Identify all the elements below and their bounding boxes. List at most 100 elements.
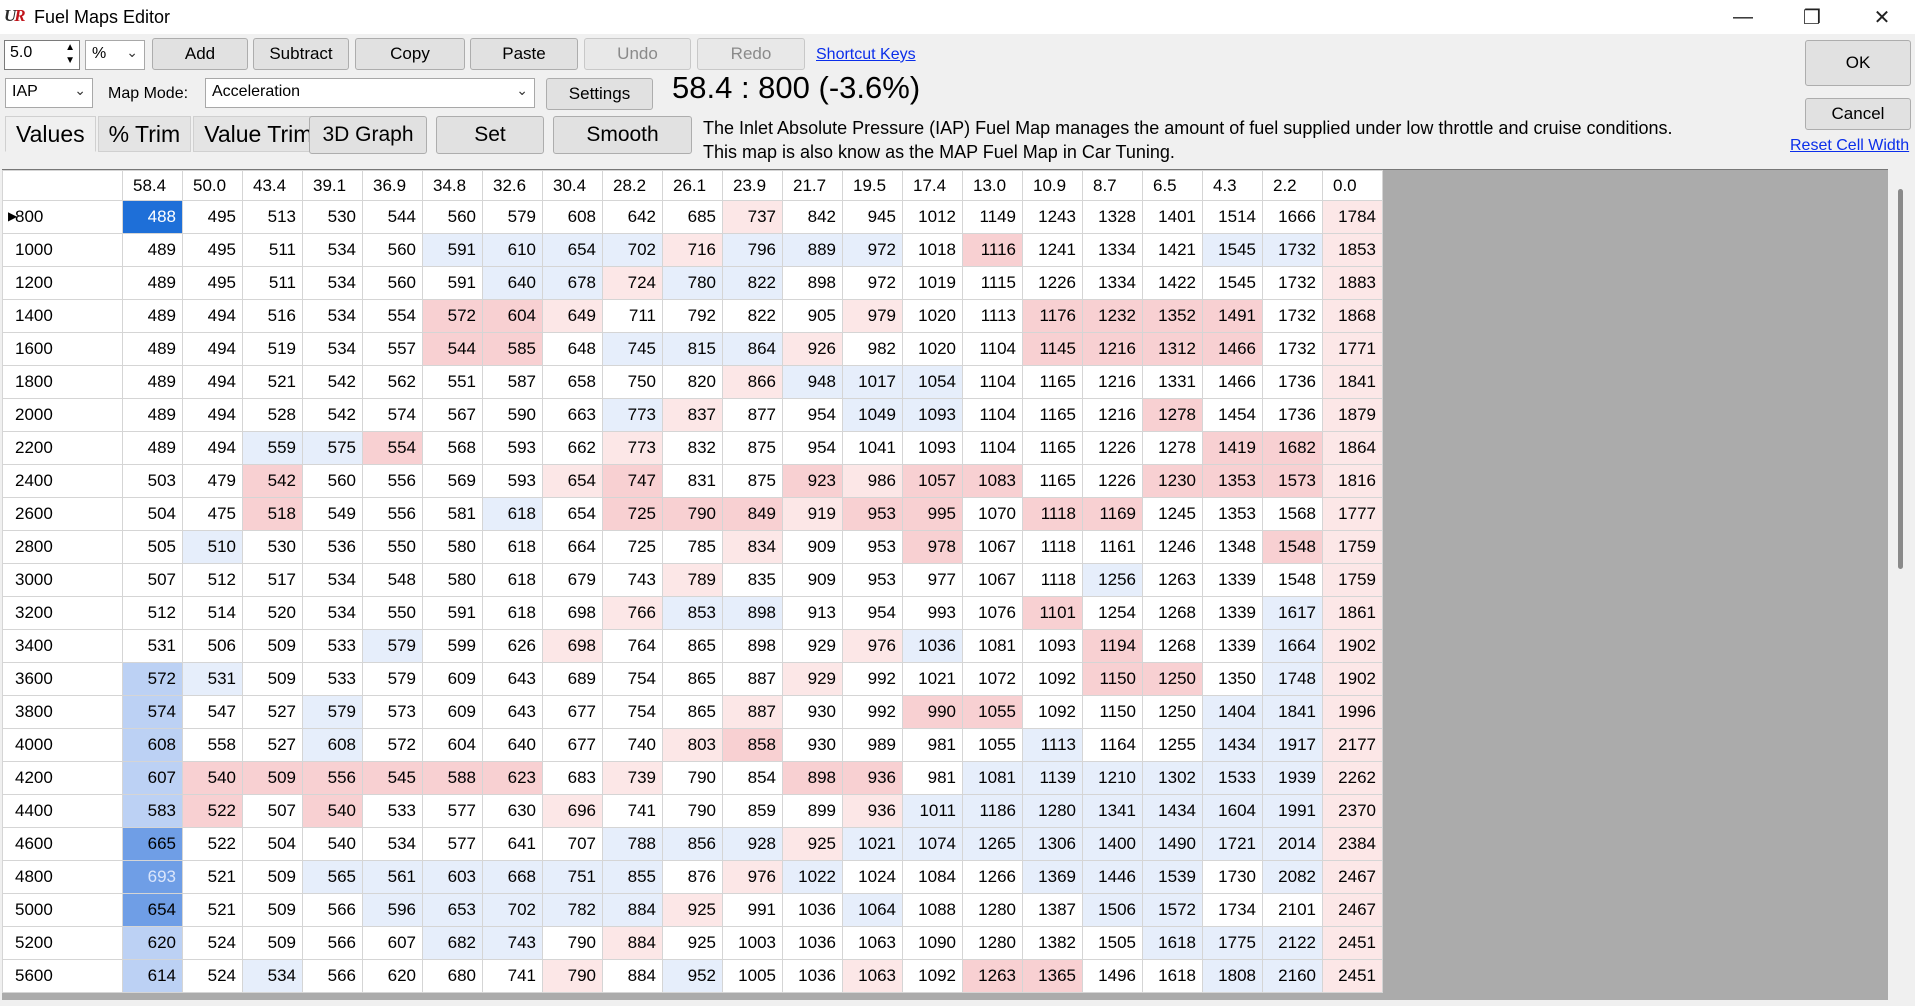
map-cell[interactable]: 954 bbox=[782, 431, 843, 465]
map-cell[interactable]: 572 bbox=[422, 299, 483, 333]
map-mode-select[interactable]: Acceleration ⌄ bbox=[205, 78, 535, 108]
map-cell[interactable]: 1169 bbox=[1082, 497, 1143, 531]
map-cell[interactable]: 643 bbox=[482, 662, 543, 696]
redo-button[interactable]: Redo bbox=[697, 38, 805, 70]
map-cell[interactable]: 976 bbox=[722, 860, 783, 894]
row-header[interactable]: 3000 bbox=[2, 563, 123, 597]
map-cell[interactable]: 1230 bbox=[1142, 464, 1203, 498]
map-cell[interactable]: 1784 bbox=[1322, 200, 1383, 234]
map-cell[interactable]: 534 bbox=[302, 266, 363, 300]
row-header[interactable]: 4800 bbox=[2, 860, 123, 894]
map-cell[interactable]: 993 bbox=[902, 596, 963, 630]
map-cell[interactable]: 1490 bbox=[1142, 827, 1203, 861]
map-cell[interactable]: 820 bbox=[662, 365, 723, 399]
map-cell[interactable]: 530 bbox=[302, 200, 363, 234]
map-cell[interactable]: 494 bbox=[182, 398, 243, 432]
map-cell[interactable]: 654 bbox=[122, 893, 183, 927]
map-cell[interactable]: 925 bbox=[662, 893, 723, 927]
map-cell[interactable]: 521 bbox=[182, 860, 243, 894]
map-cell[interactable]: 1280 bbox=[962, 893, 1023, 927]
map-cell[interactable]: 682 bbox=[422, 926, 483, 960]
map-cell[interactable]: 542 bbox=[302, 398, 363, 432]
map-cell[interactable]: 972 bbox=[842, 266, 903, 300]
map-cell[interactable]: 1280 bbox=[962, 926, 1023, 960]
map-cell[interactable]: 509 bbox=[242, 893, 303, 927]
map-cell[interactable]: 2370 bbox=[1322, 794, 1383, 828]
map-cell[interactable]: 1081 bbox=[962, 761, 1023, 795]
cancel-button[interactable]: Cancel bbox=[1805, 98, 1911, 130]
map-cell[interactable]: 560 bbox=[362, 266, 423, 300]
map-cell[interactable]: 1353 bbox=[1202, 464, 1263, 498]
map-cell[interactable]: 2262 bbox=[1322, 761, 1383, 795]
map-cell[interactable]: 520 bbox=[242, 596, 303, 630]
map-cell[interactable]: 711 bbox=[602, 299, 663, 333]
tab-value-trim[interactable]: Value Trim bbox=[193, 116, 324, 152]
map-cell[interactable]: 579 bbox=[302, 695, 363, 729]
map-cell[interactable]: 489 bbox=[122, 299, 183, 333]
map-cell[interactable]: 1246 bbox=[1142, 530, 1203, 564]
map-cell[interactable]: 509 bbox=[242, 662, 303, 696]
map-cell[interactable]: 522 bbox=[182, 827, 243, 861]
map-cell[interactable]: 782 bbox=[542, 893, 603, 927]
map-cell[interactable]: 648 bbox=[542, 332, 603, 366]
map-cell[interactable]: 566 bbox=[302, 893, 363, 927]
map-cell[interactable]: 1422 bbox=[1142, 266, 1203, 300]
row-header[interactable]: 5000 bbox=[2, 893, 123, 927]
column-header[interactable]: 10.9 bbox=[1022, 170, 1083, 201]
map-cell[interactable]: 509 bbox=[242, 629, 303, 663]
map-cell[interactable]: 1250 bbox=[1142, 695, 1203, 729]
map-cell[interactable]: 494 bbox=[182, 332, 243, 366]
map-cell[interactable]: 1573 bbox=[1262, 464, 1323, 498]
map-cell[interactable]: 489 bbox=[122, 266, 183, 300]
map-cell[interactable]: 572 bbox=[362, 728, 423, 762]
copy-button[interactable]: Copy bbox=[355, 38, 465, 70]
row-header[interactable]: 1000 bbox=[2, 233, 123, 267]
map-cell[interactable]: 567 bbox=[422, 398, 483, 432]
map-cell[interactable]: 977 bbox=[902, 563, 963, 597]
map-cell[interactable]: 1339 bbox=[1202, 629, 1263, 663]
map-cell[interactable]: 754 bbox=[602, 695, 663, 729]
map-cell[interactable]: 1245 bbox=[1142, 497, 1203, 531]
map-cell[interactable]: 653 bbox=[422, 893, 483, 927]
map-cell[interactable]: 521 bbox=[182, 893, 243, 927]
map-cell[interactable]: 991 bbox=[722, 893, 783, 927]
map-cell[interactable]: 696 bbox=[542, 794, 603, 828]
map-cell[interactable]: 640 bbox=[482, 728, 543, 762]
map-cell[interactable]: 579 bbox=[482, 200, 543, 234]
map-cell[interactable]: 1118 bbox=[1022, 497, 1083, 531]
map-cell[interactable]: 572 bbox=[122, 662, 183, 696]
map-cell[interactable]: 654 bbox=[542, 497, 603, 531]
map-cell[interactable]: 1278 bbox=[1142, 431, 1203, 465]
map-cell[interactable]: 549 bbox=[302, 497, 363, 531]
map-cell[interactable]: 588 bbox=[422, 761, 483, 795]
map-cell[interactable]: 1278 bbox=[1142, 398, 1203, 432]
map-cell[interactable]: 640 bbox=[482, 266, 543, 300]
map-cell[interactable]: 558 bbox=[182, 728, 243, 762]
map-cell[interactable]: 741 bbox=[602, 794, 663, 828]
map-cell[interactable]: 698 bbox=[542, 596, 603, 630]
map-cell[interactable]: 507 bbox=[242, 794, 303, 828]
map-cell[interactable]: 574 bbox=[362, 398, 423, 432]
map-cell[interactable]: 1022 bbox=[782, 860, 843, 894]
map-cell[interactable]: 524 bbox=[182, 959, 243, 993]
map-cell[interactable]: 1216 bbox=[1082, 332, 1143, 366]
map-cell[interactable]: 1216 bbox=[1082, 398, 1143, 432]
map-cell[interactable]: 796 bbox=[722, 233, 783, 267]
map-cell[interactable]: 679 bbox=[542, 563, 603, 597]
map-cell[interactable]: 725 bbox=[602, 530, 663, 564]
map-cell[interactable]: 596 bbox=[362, 893, 423, 927]
map-cell[interactable]: 1280 bbox=[1022, 794, 1083, 828]
map-cell[interactable]: 1176 bbox=[1022, 299, 1083, 333]
map-cell[interactable]: 550 bbox=[362, 530, 423, 564]
map-cell[interactable]: 884 bbox=[602, 926, 663, 960]
map-cell[interactable]: 591 bbox=[422, 596, 483, 630]
map-cell[interactable]: 1020 bbox=[902, 332, 963, 366]
map-cell[interactable]: 877 bbox=[722, 398, 783, 432]
map-cell[interactable]: 548 bbox=[362, 563, 423, 597]
map-cell[interactable]: 954 bbox=[842, 596, 903, 630]
map-cell[interactable]: 1165 bbox=[1022, 365, 1083, 399]
row-header[interactable]: 5600 bbox=[2, 959, 123, 993]
map-cell[interactable]: 923 bbox=[782, 464, 843, 498]
map-cell[interactable]: 1434 bbox=[1142, 794, 1203, 828]
map-cell[interactable]: 489 bbox=[122, 431, 183, 465]
